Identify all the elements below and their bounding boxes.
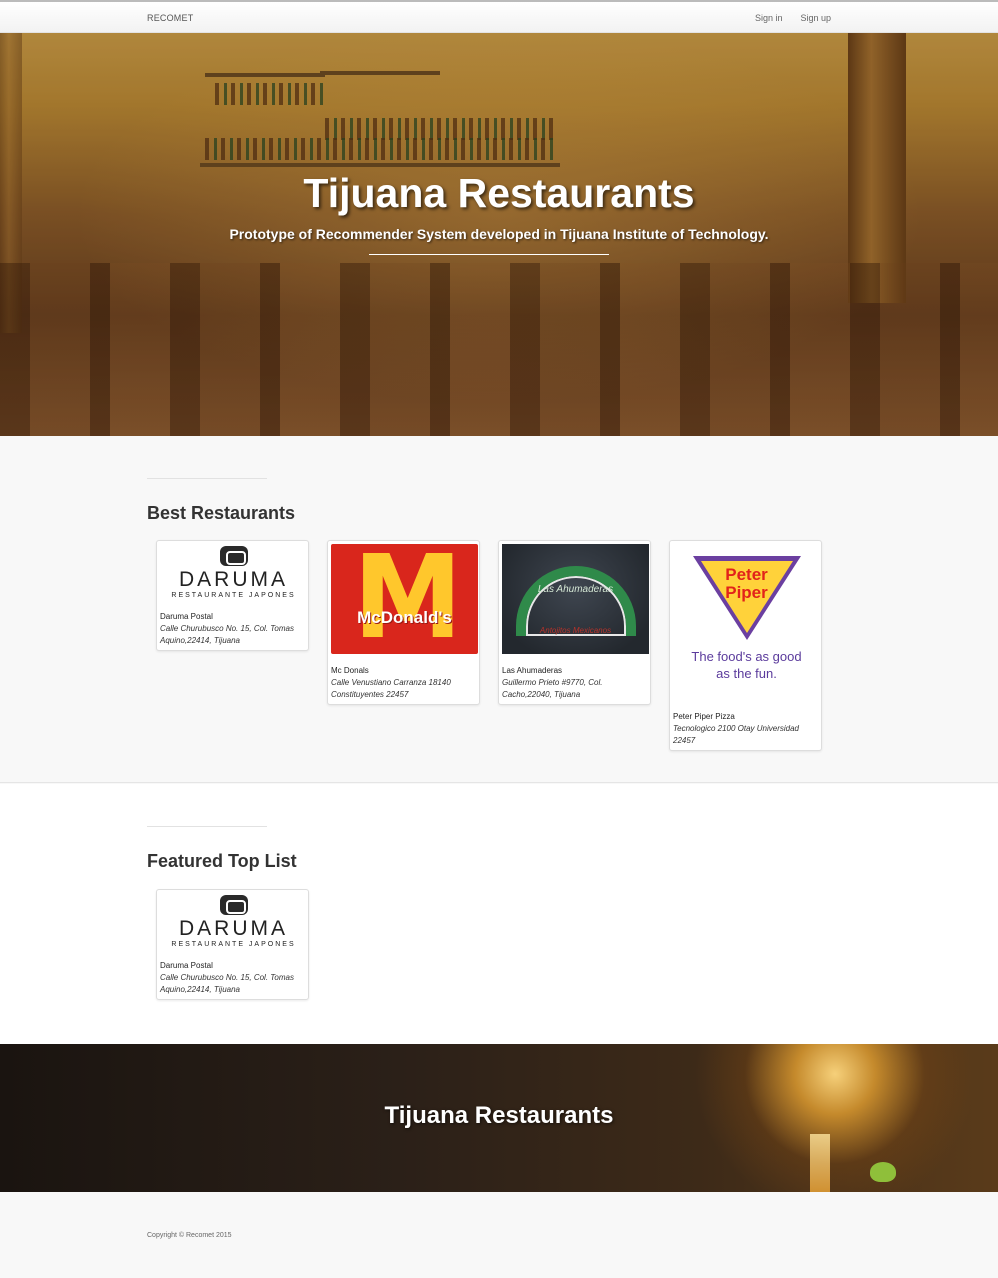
daruma-logo: DARUMA RESTAURANTE JAPONES <box>160 544 307 608</box>
daruma-wordmark: DARUMA <box>178 568 288 591</box>
copyright-text: Copyright © Recomet 2015 <box>147 1232 232 1239</box>
best-restaurants-section: Best Restaurants DARUMA RESTAURANTE JAPO… <box>0 436 998 783</box>
navbar: RECOMET Sign in Sign up <box>0 0 998 33</box>
restaurant-address: Calle Churubusco No. 15, Col. Tomas Aqui… <box>160 624 294 645</box>
restaurant-name[interactable]: Daruma Postal <box>160 961 305 970</box>
peter-piper-tagline: The food's as good as the fun. <box>673 648 820 682</box>
restaurant-card[interactable]: Las Ahumaderas Antojitos Mexicanos Las A… <box>498 540 651 705</box>
restaurant-card[interactable]: Peter Piper The food's as good as the fu… <box>669 540 822 751</box>
daruma-subtitle: RESTAURANTE JAPONES <box>171 592 296 599</box>
restaurant-name[interactable]: Peter Piper Pizza <box>673 712 818 721</box>
restaurant-address: Tecnologico 2100 Otay Universidad 22457 <box>673 724 800 745</box>
restaurant-card[interactable]: M McDonald's Mc Donals Calle Venustiano … <box>327 540 480 705</box>
footer: Copyright © Recomet 2015 <box>0 1192 998 1278</box>
banner-light-glow <box>810 1134 830 1192</box>
peter-piper-logo: Peter Piper The food's as good as the fu… <box>673 544 820 708</box>
ahumaderas-wordmark: Las Ahumaderas <box>537 584 614 595</box>
restaurant-address: Calle Venustiano Carranza 18140 Constitu… <box>331 678 451 699</box>
section-divider <box>147 478 267 479</box>
featured-top-list-section: Featured Top List DARUMA RESTAURANTE JAP… <box>0 784 998 1044</box>
ahumaderas-tagline: Antojitos Mexicanos <box>539 626 612 635</box>
pp-name-line: Piper <box>725 583 768 602</box>
pp-name-line: Peter <box>725 565 768 584</box>
restaurant-address: Calle Churubusco No. 15, Col. Tomas Aqui… <box>160 973 294 994</box>
las-ahumaderas-logo: Las Ahumaderas Antojitos Mexicanos <box>502 544 649 654</box>
brand-link[interactable]: RECOMET <box>147 13 193 23</box>
section-title: Best Restaurants <box>147 503 296 523</box>
restaurant-address: Guillermo Prieto #9770, Col. Cacho,22040… <box>502 678 603 699</box>
restaurant-name[interactable]: Las Ahumaderas <box>502 666 647 675</box>
daruma-logo: DARUMA RESTAURANTE JAPONES <box>160 893 307 957</box>
golden-arches-icon: M <box>353 544 463 654</box>
daruma-subtitle: RESTAURANTE JAPONES <box>171 941 296 948</box>
pp-tag-line: The food's as good <box>691 649 802 664</box>
hero-title: Tijuana Restaurants <box>303 170 695 216</box>
hero-divider <box>369 254 609 255</box>
pp-tag-line: as the fun. <box>716 666 777 681</box>
nav-links: Sign in Sign up <box>755 13 831 23</box>
sign-up-link[interactable]: Sign up <box>800 13 831 23</box>
hero-subtitle: Prototype of Recommender System develope… <box>229 226 769 242</box>
banner-leaf <box>870 1162 896 1182</box>
daruma-emblem-icon <box>219 546 248 566</box>
daruma-emblem-icon <box>219 895 248 915</box>
footer-banner: Tijuana Restaurants <box>0 1044 998 1192</box>
section-divider <box>147 826 267 827</box>
banner-title: Tijuana Restaurants <box>384 1102 614 1129</box>
mcdonalds-wordmark: McDonald's <box>357 608 452 627</box>
peter-piper-wordmark: Peter Piper <box>673 566 820 602</box>
restaurant-name[interactable]: Mc Donals <box>331 666 476 675</box>
daruma-wordmark: DARUMA <box>178 917 288 940</box>
mcdonalds-logo: M McDonald's <box>331 544 478 654</box>
restaurant-card[interactable]: DARUMA RESTAURANTE JAPONES Daruma Postal… <box>156 540 309 651</box>
hero-banner: Tijuana Restaurants Prototype of Recomme… <box>0 33 998 436</box>
restaurant-name[interactable]: Daruma Postal <box>160 612 305 621</box>
sign-in-link[interactable]: Sign in <box>755 13 783 23</box>
section-title: Featured Top List <box>147 851 297 871</box>
restaurant-card[interactable]: DARUMA RESTAURANTE JAPONES Daruma Postal… <box>156 889 309 1000</box>
